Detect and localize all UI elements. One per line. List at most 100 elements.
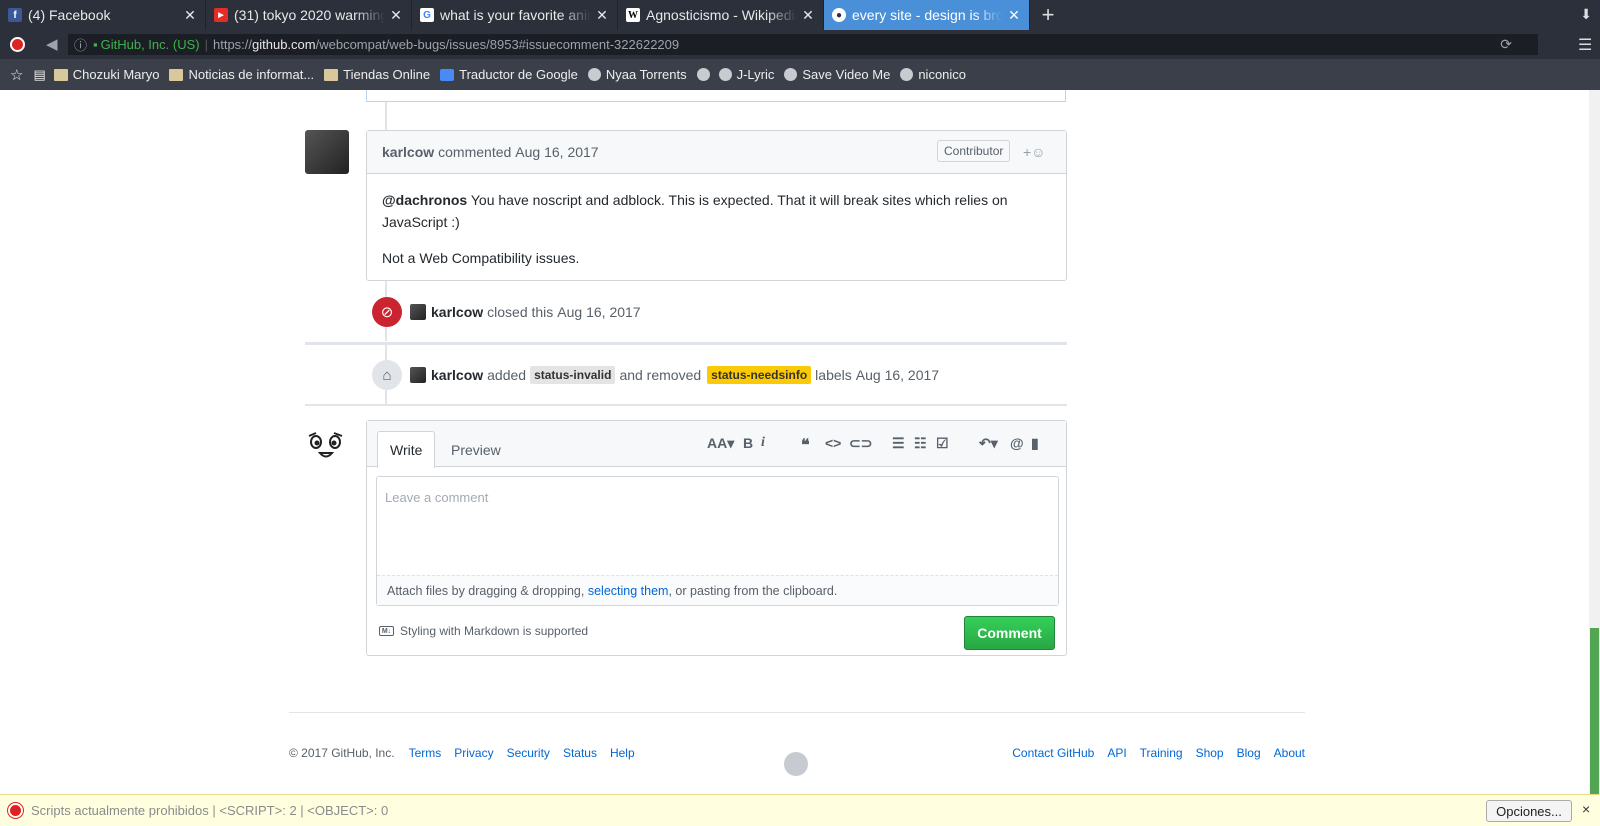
comment-date[interactable]: Aug 16, 2017 [515,144,598,160]
label-status-needsinfo[interactable]: status-needsinfo [707,366,812,384]
avatar[interactable] [410,367,426,383]
footer-link-security[interactable]: Security [507,746,550,760]
comment-button[interactable]: Comment [964,616,1055,650]
footer-link-privacy[interactable]: Privacy [454,746,493,760]
tab-youtube[interactable]: ▶ (31) tokyo 2020 warming ✕ [206,0,412,30]
avatar[interactable] [410,304,426,320]
github-logo-icon[interactable] [784,752,808,776]
back-icon[interactable]: ◀ [46,35,58,53]
event-date[interactable]: Aug 16, 2017 [557,304,640,320]
bookmark-icon[interactable]: ▮ [1031,435,1039,452]
close-tab-icon[interactable]: ✕ [183,7,197,24]
event-author[interactable]: karlcow [431,304,483,320]
footer-link-training[interactable]: Training [1140,746,1183,760]
comment-text: You have noscript and adblock. This is e… [382,192,1008,230]
footer-link-terms[interactable]: Terms [409,746,442,760]
code-icon[interactable]: <> [825,435,841,451]
bookmarks-bar: ☆ ▤ Chozuki Maryo Noticias de informat..… [0,59,1600,90]
close-tab-icon[interactable]: ✕ [595,7,609,24]
bookmark-nyaa[interactable]: Nyaa Torrents [587,67,687,82]
comment-box: karlcow commented Aug 16, 2017 Contribut… [366,130,1067,281]
scrollbar-thumb[interactable] [1590,628,1599,794]
noscript-icon [8,803,23,818]
bookmark-traductor[interactable]: Traductor de Google [440,67,578,82]
tab-wikipedia[interactable]: W Agnosticismo - Wikipedia ✕ [618,0,824,30]
close-icon[interactable]: × [1582,801,1590,817]
close-tab-icon[interactable]: ✕ [1007,7,1021,24]
reading-list-icon[interactable]: ▤ [33,67,45,83]
scrollbar[interactable] [1589,90,1600,794]
bookmark-label: Tiendas Online [343,67,431,82]
site-identity[interactable]: GitHub, Inc. (US) [101,37,200,52]
mention-link[interactable]: @dachronos [382,192,467,208]
bullet-list-icon[interactable]: ☰ [892,435,905,452]
globe-icon [900,68,914,81]
copyright: © 2017 GitHub, Inc. [289,746,395,760]
tab-facebook[interactable]: f (4) Facebook ✕ [0,0,206,30]
bold-icon[interactable]: B [743,435,753,451]
bookmark-j-lyric[interactable]: J-Lyric [718,67,775,82]
italic-icon[interactable]: i [761,435,765,451]
footer-link-contact[interactable]: Contact GitHub [1012,746,1094,760]
comment-textarea[interactable]: Leave a comment Attach files by dragging… [376,476,1059,606]
comment-body: @dachronos You have noscript and adblock… [367,174,1066,298]
footer-link-shop[interactable]: Shop [1196,746,1224,760]
reply-icon[interactable]: ↶▾ [979,435,998,452]
bookmark-save-video-me[interactable]: Save Video Me [784,67,890,82]
options-button[interactable]: Opciones... [1486,800,1572,822]
noscript-icon[interactable] [10,37,25,52]
noscript-message: Scripts actualmente prohibidos | <SCRIPT… [31,803,389,818]
footer-link-status[interactable]: Status [563,746,597,760]
event-author[interactable]: karlcow [431,367,483,383]
close-tab-icon[interactable]: ✕ [801,7,815,24]
bookmark-chozuki-maryo[interactable]: Chozuki Maryo [53,67,159,82]
text-size-icon[interactable]: AA▾ [707,435,734,452]
url-prefix: https:// [212,37,253,52]
new-tab-button[interactable]: + [1030,0,1066,30]
url-field[interactable]: ⓘ ▪ GitHub, Inc. (US) | https://github.c… [68,34,1538,55]
wikipedia-icon: W [626,8,640,22]
attach-files-bar[interactable]: Attach files by dragging & dropping, sel… [377,575,1058,605]
bookmark-niconico[interactable]: niconico [900,67,966,82]
noscript-notification-bar: Scripts actualmente prohibidos | <SCRIPT… [0,794,1600,826]
tab-google[interactable]: G what is your favorite anime ✕ [412,0,618,30]
add-reaction-icon[interactable]: +☺ [1023,144,1045,160]
bookmark-unnamed[interactable] [696,68,715,81]
quote-icon[interactable]: ❝ [801,435,810,455]
markdown-note[interactable]: M↓ Styling with Markdown is supported [379,624,588,638]
select-files-link[interactable]: selecting them [588,584,669,598]
tab-write[interactable]: Write [377,431,436,468]
close-tab-icon[interactable]: ✕ [389,7,403,24]
menu-icon[interactable]: ☰ [1578,35,1592,55]
bookmark-label: J-Lyric [736,67,775,82]
mention-icon[interactable]: @ [1010,435,1024,451]
footer-link-api[interactable]: API [1107,746,1126,760]
closed-icon: ⊘ [372,297,402,327]
labels-event: ⌂ karlcow added status-invalid and remov… [372,360,939,390]
folder-icon [53,68,68,81]
bookmark-label: Nyaa Torrents [605,67,687,82]
link-icon[interactable]: ⊂⊃ [849,435,872,452]
footer-link-blog[interactable]: Blog [1237,746,1261,760]
event-text: closed this [487,304,554,320]
timeline-divider [305,342,1067,345]
bookmark-tiendas-online[interactable]: Tiendas Online [324,67,430,82]
task-list-icon[interactable]: ☑ [936,435,949,452]
footer-link-help[interactable]: Help [610,746,635,760]
event-date[interactable]: Aug 16, 2017 [856,367,939,383]
tab-list-icon[interactable]: ⬇ [1580,6,1592,23]
comment-author[interactable]: karlcow [382,144,434,160]
reload-icon[interactable]: ⟳ [1500,36,1512,53]
tab-title: every site - design is broken [852,7,1003,23]
bookmark-noticias[interactable]: Noticias de informat... [169,67,314,82]
info-icon[interactable]: ⓘ [74,35,87,54]
tab-preview[interactable]: Preview [439,431,513,468]
numbered-list-icon[interactable]: ☷ [914,435,927,452]
contributor-badge: Contributor [937,140,1011,162]
label-status-invalid[interactable]: status-invalid [530,366,616,384]
url-path: /webcompat/web-bugs/issues/8953#issuecom… [315,37,680,52]
star-icon[interactable]: ☆ [10,66,23,84]
footer-link-about[interactable]: About [1274,746,1305,760]
tab-github[interactable]: ● every site - design is broken ✕ [824,0,1030,30]
avatar[interactable] [305,130,349,174]
